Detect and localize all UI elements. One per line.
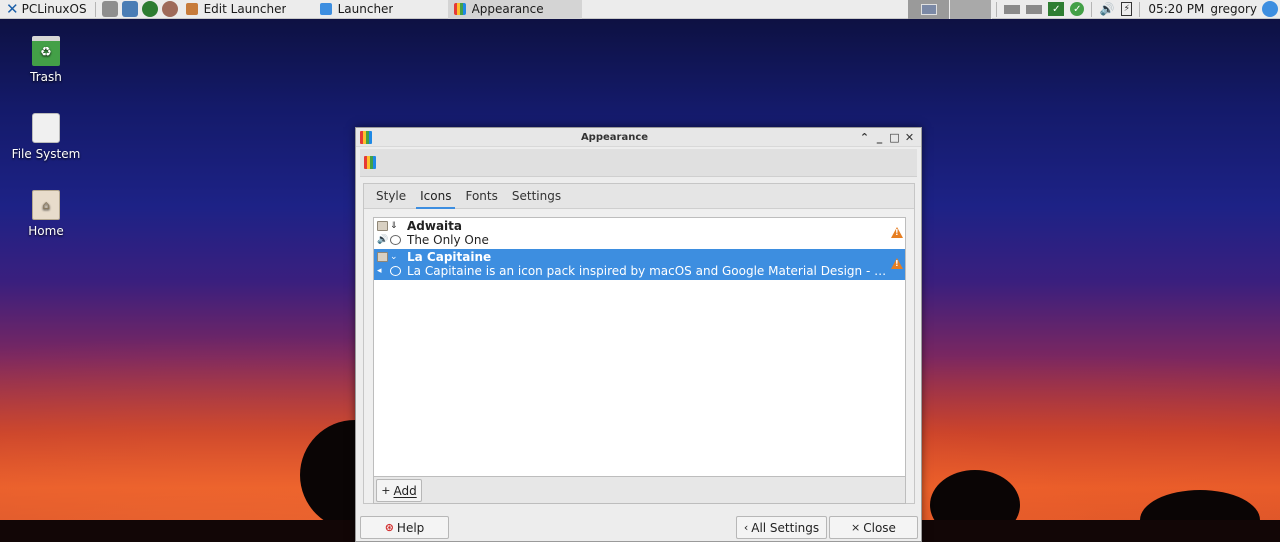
user-avatar-icon[interactable] — [1262, 1, 1278, 17]
maximize-button[interactable]: □ — [887, 131, 902, 144]
trash-icon: ♻ — [32, 36, 60, 66]
globe-icon — [390, 235, 401, 245]
status-ok-icon[interactable]: ✓ — [1070, 2, 1085, 16]
task-launcher[interactable]: Launcher — [314, 0, 448, 19]
tab-bar: Style Icons Fonts Settings — [364, 184, 914, 209]
list-item[interactable]: ⌄ La Capitaine ◂ La Capitaine is an icon… — [374, 249, 905, 280]
tab-settings[interactable]: Settings — [505, 184, 568, 208]
window-titlebar[interactable]: Appearance ⌃ _ □ ✕ — [356, 128, 921, 147]
appearance-app-icon — [360, 130, 372, 144]
computer-launcher-icon[interactable] — [101, 1, 118, 17]
list-item[interactable]: ⇓ Adwaita 🔊 The Only One — [374, 218, 905, 249]
add-theme-button[interactable]: + Add — [376, 479, 422, 502]
workspace-1[interactable] — [908, 0, 951, 19]
speaker-icon: ◂ — [377, 266, 382, 276]
desktop-icon-home[interactable]: ⌂ Home — [0, 190, 92, 238]
tab-icons[interactable]: Icons — [413, 184, 458, 209]
panel-separator — [1139, 1, 1141, 17]
workspace-2[interactable] — [950, 0, 993, 19]
shade-button[interactable]: ⌃ — [857, 131, 872, 144]
icon-theme-list[interactable]: ⇓ Adwaita 🔊 The Only One ⌄ La Capitaine — [373, 217, 906, 477]
task-label: Edit Launcher — [203, 2, 287, 16]
hard-drive-icon — [32, 113, 60, 143]
clock[interactable]: 05:20 PM — [1148, 2, 1204, 16]
update-check-icon[interactable]: ✓ — [1048, 2, 1065, 16]
desktop-icon-file-system[interactable]: File System — [0, 113, 92, 161]
desktop-icon-label: Trash — [30, 70, 62, 84]
globe-icon — [390, 266, 401, 276]
all-settings-label: All Settings — [751, 520, 820, 535]
close-label: Close — [863, 520, 896, 535]
appearance-window: Appearance ⌃ _ □ ✕ Style Icons Fonts Set… — [355, 127, 922, 542]
folder-icon — [377, 252, 388, 262]
add-label: Add — [393, 483, 417, 498]
list-actions: + Add — [373, 477, 906, 504]
appearance-header-icon — [364, 156, 376, 169]
edit-launcher-icon — [185, 3, 198, 15]
workspace-thumbnail — [920, 3, 937, 15]
tab-style[interactable]: Style — [369, 184, 413, 208]
chevron-down-icon: ⌄ — [390, 252, 398, 262]
theme-description: The Only One — [407, 233, 489, 247]
appearance-icon — [453, 3, 466, 15]
battery-icon[interactable]: ⚡ — [1121, 2, 1133, 16]
chevron-left-icon: ‹ — [743, 521, 749, 534]
top-panel: ✕ PCLinuxOS Edit Launcher Launcher Appea… — [0, 0, 1280, 19]
settings-launcher-icon[interactable] — [161, 1, 178, 17]
drive-icon[interactable] — [1026, 4, 1043, 14]
files-launcher-icon[interactable] — [121, 1, 138, 17]
desktop-icon-trash[interactable]: ♻ Trash — [0, 36, 92, 84]
home-folder-icon: ⌂ — [32, 190, 60, 220]
help-button[interactable]: ⊛ Help — [360, 516, 449, 539]
theme-name: La Capitaine — [407, 250, 492, 264]
close-button[interactable]: × Close — [829, 516, 918, 539]
minimize-button[interactable]: _ — [872, 131, 887, 144]
task-label: Appearance — [471, 2, 544, 16]
drive-icon[interactable] — [1004, 4, 1021, 14]
theme-description: La Capitaine is an icon pack inspired by… — [407, 264, 893, 278]
help-label: Help — [396, 520, 425, 535]
task-edit-launcher[interactable]: Edit Launcher — [180, 0, 314, 19]
panel-separator — [1091, 1, 1093, 17]
folder-icon — [377, 221, 388, 231]
xbox-launcher-icon[interactable] — [141, 1, 158, 17]
panel-separator — [94, 1, 96, 17]
launcher-icon — [319, 3, 332, 15]
applications-menu-button[interactable]: ✕ PCLinuxOS — [0, 0, 91, 19]
desktop-icon-label: File System — [11, 147, 81, 161]
tab-fonts[interactable]: Fonts — [458, 184, 504, 208]
menu-label: PCLinuxOS — [21, 2, 87, 16]
tab-panel: Style Icons Fonts Settings ⇓ Adwaita 🔊 T… — [363, 183, 915, 504]
user-name[interactable]: gregory — [1210, 2, 1257, 16]
theme-name: Adwaita — [407, 219, 463, 233]
window-title: Appearance — [580, 131, 649, 143]
volume-icon[interactable]: 🔊 — [1099, 2, 1115, 16]
warning-icon — [891, 227, 903, 238]
speaker-icon: 🔊 — [377, 235, 389, 245]
close-icon: × — [851, 521, 861, 534]
task-label: Launcher — [337, 2, 394, 16]
window-toolbar — [360, 149, 917, 177]
workspace-switcher — [908, 0, 993, 19]
help-icon: ⊛ — [384, 521, 394, 534]
plus-icon: + — [381, 484, 391, 497]
close-window-button[interactable]: ✕ — [902, 131, 917, 144]
pclinuxos-logo-icon: ✕ — [6, 0, 19, 18]
all-settings-button[interactable]: ‹ All Settings — [736, 516, 827, 539]
panel-separator — [996, 1, 998, 17]
task-appearance[interactable]: Appearance — [447, 0, 582, 19]
system-tray: ✓ ✓ 🔊 ⚡ — [1001, 0, 1135, 19]
warning-icon — [891, 258, 903, 269]
download-icon: ⇓ — [390, 221, 398, 231]
desktop-icon-label: Home — [28, 224, 64, 238]
